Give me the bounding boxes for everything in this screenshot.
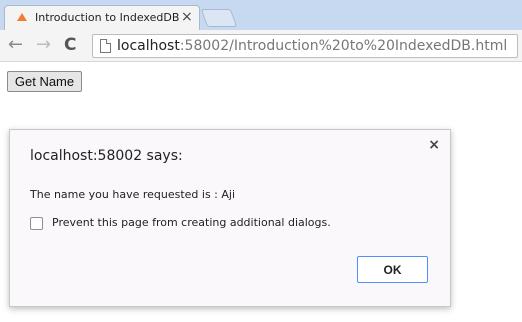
tab-title: Introduction to IndexedDB: [35, 11, 180, 24]
html5-icon: [17, 13, 27, 21]
suppress-dialogs-checkbox[interactable]: [30, 217, 43, 230]
dialog-close-icon[interactable]: ×: [428, 137, 440, 153]
tab-close-icon[interactable]: ×: [181, 9, 193, 25]
alert-dialog: × localhost:58002 says: The name you hav…: [9, 129, 451, 307]
reload-icon[interactable]: C: [64, 35, 76, 55]
browser-tab[interactable]: Introduction to IndexedDB ×: [4, 5, 200, 30]
back-icon[interactable]: ←: [8, 35, 23, 55]
suppress-dialogs-label[interactable]: Prevent this page from creating addition…: [52, 216, 331, 229]
address-bar[interactable]: localhost:58002/Introduction%20to%20Inde…: [92, 34, 518, 58]
ok-button[interactable]: OK: [357, 256, 428, 283]
url-text: localhost:58002/Introduction%20to%20Inde…: [117, 38, 507, 54]
url-host: localhost: [117, 38, 180, 54]
dialog-message: The name you have requested is : Aji: [30, 188, 236, 201]
new-tab-button[interactable]: [200, 9, 238, 27]
page-icon: [100, 39, 111, 53]
tab-strip: Introduction to IndexedDB ×: [0, 0, 522, 30]
get-name-button[interactable]: Get Name: [7, 71, 82, 92]
url-path: :58002/Introduction%20to%20IndexedDB.htm…: [179, 38, 508, 54]
dialog-title: localhost:58002 says:: [30, 148, 183, 164]
forward-icon[interactable]: →: [36, 35, 51, 55]
browser-toolbar: ← → C localhost:58002/Introduction%20to%…: [0, 30, 522, 62]
